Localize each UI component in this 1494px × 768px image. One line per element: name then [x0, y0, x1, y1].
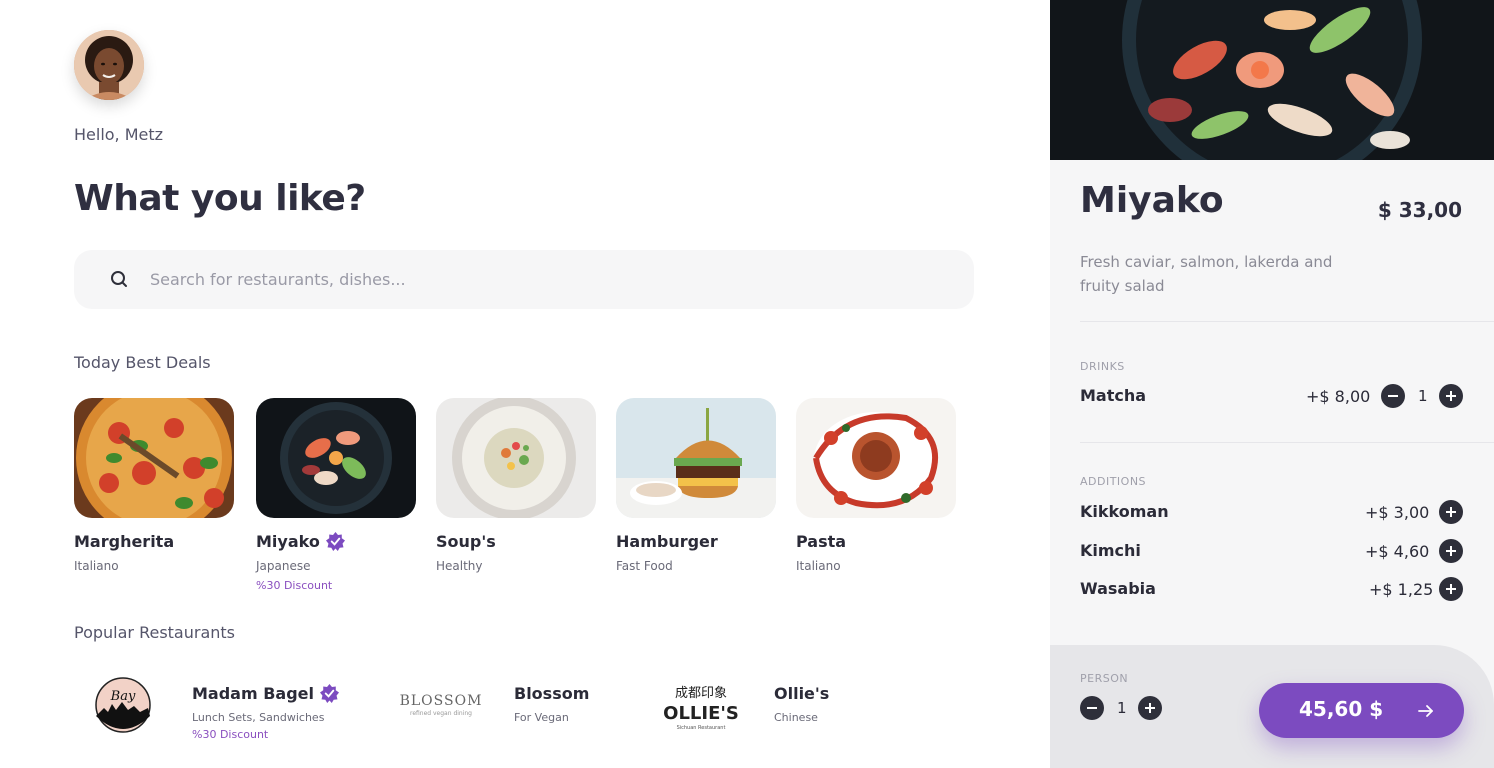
logo-text: BLOSSOM — [400, 693, 483, 709]
deal-name: Hamburger — [616, 532, 718, 551]
deal-name: Soup's — [436, 532, 496, 551]
addition-price: +$ 4,60 — [1365, 542, 1430, 561]
increase-drink-button[interactable] — [1439, 384, 1463, 408]
dish-description: Fresh caviar, salmon, lakerda and fruity… — [1080, 253, 1333, 295]
restaurant-subtitle: Lunch Sets, Sandwiches — [192, 711, 325, 724]
deal-category: Japanese — [256, 559, 311, 573]
verified-badge-icon — [325, 532, 345, 551]
restaurant-name: Ollie's — [774, 684, 830, 703]
deal-image — [74, 398, 234, 518]
restaurants-section-title: Popular Restaurants — [74, 623, 236, 642]
logo-caption: Sichuan Restaurant — [677, 725, 726, 731]
restaurant-logo: 成都印象 OLLIE'S Sichuan Restaurant — [656, 672, 746, 738]
dish-title: Miyako — [1080, 180, 1224, 221]
person-quantity: 1 — [1117, 699, 1127, 717]
dish-price: $ 33,00 — [1377, 198, 1462, 222]
search-icon — [111, 271, 127, 287]
addition-name: Kimchi — [1080, 541, 1141, 560]
drink-name: Matcha — [1080, 386, 1147, 405]
deal-category: Healthy — [436, 559, 483, 573]
addition-row-kimchi: Kimchi +$ 4,60 — [1080, 539, 1464, 563]
add-wasabia-button[interactable] — [1439, 577, 1463, 601]
restaurant-discount: %30 Discount — [192, 728, 269, 741]
plus-icon — [1145, 703, 1155, 713]
plus-icon — [1446, 584, 1456, 594]
user-avatar[interactable] — [74, 30, 144, 100]
plus-icon — [1446, 391, 1456, 401]
divider — [1080, 321, 1494, 322]
checkout-total-button[interactable]: 45,60 $ — [1259, 683, 1464, 738]
search-bar[interactable] — [74, 250, 974, 309]
restaurant-subtitle: For Vegan — [514, 711, 569, 724]
decrease-person-button[interactable] — [1080, 696, 1104, 720]
deal-card-margherita[interactable]: Margherita Italiano — [74, 398, 234, 573]
deal-card-hamburger[interactable]: Hamburger Fast Food — [616, 398, 776, 573]
drink-quantity: 1 — [1418, 387, 1428, 405]
deal-category: Italiano — [74, 559, 119, 573]
logo-text: Bay — [110, 689, 136, 704]
person-label: PERSON — [1080, 672, 1129, 685]
restaurant-name: Blossom — [514, 684, 590, 703]
deal-discount: %30 Discount — [256, 579, 333, 592]
plus-icon — [1446, 507, 1456, 517]
addition-price: +$ 1,25 — [1369, 580, 1434, 599]
arrow-right-icon — [1418, 705, 1433, 717]
main-area: Hello, Metz What you like? Today Best De… — [0, 0, 1050, 768]
logo-caption: refined vegan dining — [410, 710, 472, 717]
drink-price: +$ 8,00 — [1306, 387, 1371, 406]
restaurant-logo: Bay — [78, 672, 168, 738]
deals-section-title: Today Best Deals — [74, 353, 211, 372]
deal-name: Margherita — [74, 532, 175, 551]
decrease-drink-button[interactable] — [1381, 384, 1405, 408]
increase-person-button[interactable] — [1138, 696, 1162, 720]
logo-text: OLLIE'S — [663, 703, 739, 724]
deal-name: Miyako — [256, 532, 320, 551]
restaurant-subtitle: Chinese — [774, 711, 818, 724]
deal-card-miyako[interactable]: Miyako Japanese %30 Discount — [256, 398, 416, 592]
logo-top-text: 成都印象 — [675, 686, 727, 701]
deal-image — [616, 398, 776, 518]
plus-icon — [1446, 546, 1456, 556]
drinks-label: DRINKS — [1080, 360, 1125, 373]
additions-label: ADDITIONS — [1080, 475, 1147, 488]
add-kimchi-button[interactable] — [1439, 539, 1463, 563]
addition-price: +$ 3,00 — [1365, 503, 1430, 522]
deal-image — [256, 398, 416, 518]
addition-name: Wasabia — [1080, 579, 1156, 598]
page-headline: What you like? — [74, 178, 366, 219]
drink-row-matcha: Matcha +$ 8,00 1 — [1080, 384, 1464, 408]
restaurant-logo: BLOSSOM refined vegan dining — [396, 672, 486, 738]
deal-category: Fast Food — [616, 559, 673, 573]
addition-row-kikkoman: Kikkoman +$ 3,00 — [1080, 500, 1464, 524]
deal-image — [436, 398, 596, 518]
order-detail-panel: Miyako $ 33,00 Fresh caviar, salmon, lak… — [1050, 0, 1494, 768]
deal-category: Italiano — [796, 559, 841, 573]
addition-name: Kikkoman — [1080, 502, 1169, 521]
deal-card-soups[interactable]: Soup's Healthy — [436, 398, 596, 573]
minus-icon — [1087, 707, 1097, 709]
deal-card-pasta[interactable]: Pasta Italiano — [796, 398, 956, 573]
divider — [1080, 442, 1494, 443]
restaurant-name: Madam Bagel — [192, 684, 314, 703]
dish-hero-image — [1050, 0, 1494, 160]
total-amount: 45,60 $ — [1299, 697, 1384, 721]
add-kikkoman-button[interactable] — [1439, 500, 1463, 524]
person-panel: PERSON 1 45,60 $ — [1050, 645, 1494, 768]
greeting-text: Hello, Metz — [74, 125, 164, 144]
minus-icon — [1388, 395, 1398, 397]
addition-row-wasabia: Wasabia +$ 1,25 — [1080, 577, 1464, 601]
deal-name: Pasta — [796, 532, 847, 551]
verified-badge-icon — [320, 684, 339, 703]
search-input[interactable] — [150, 250, 930, 309]
deal-image — [796, 398, 956, 518]
